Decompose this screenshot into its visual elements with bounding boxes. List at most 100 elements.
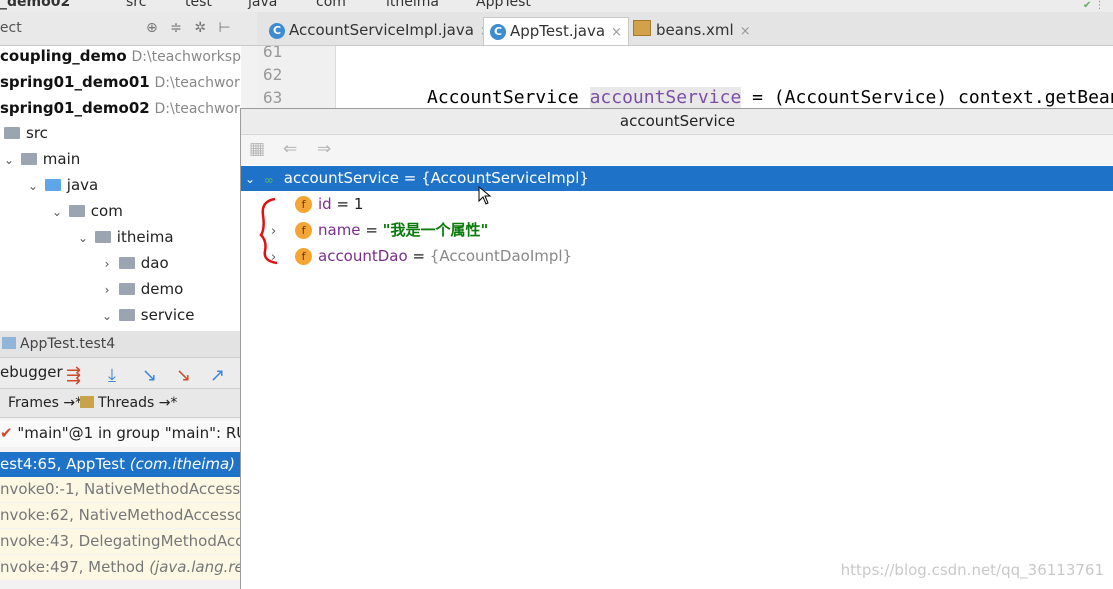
tree-module-spring01-demo01[interactable]: spring01_demo01 D:\teachworkspac <box>0 69 241 95</box>
field-icon: f <box>295 248 312 265</box>
tab-label: AccountServiceImpl.java <box>289 21 474 39</box>
line-number: 61 <box>263 46 283 61</box>
step-over-icon[interactable]: ⤓ <box>108 362 116 390</box>
chevron-down-icon[interactable]: ⌄ <box>245 167 259 192</box>
tree-item-java[interactable]: ⌄ java <box>26 172 98 198</box>
module-name: spring01_demo02 <box>0 99 150 117</box>
xml-icon <box>633 20 651 36</box>
field-name: name <box>318 221 361 239</box>
step-into-icon[interactable]: ↘ <box>142 362 157 390</box>
tree-label: dao <box>140 254 169 272</box>
chevron-down-icon[interactable]: ⌄ <box>100 303 114 329</box>
show-execution-point-icon[interactable]: ⇶ <box>66 362 81 390</box>
close-icon[interactable]: × <box>611 25 622 40</box>
field-icon: f <box>295 196 312 213</box>
field-equals: = <box>407 247 430 265</box>
package-icon <box>118 283 135 295</box>
tab-beans-xml[interactable]: beans.xml × <box>627 17 757 44</box>
field-value: 1 <box>353 195 364 213</box>
tree-node-name[interactable]: › f name = "我是一个属性" <box>271 218 871 243</box>
frame-method: nvoke0:-1, NativeMethodAccessorI <box>0 480 240 498</box>
close-icon[interactable]: × <box>740 24 751 39</box>
project-panel-title[interactable]: ject <box>0 20 22 36</box>
tree-label: main <box>42 150 81 168</box>
chevron-down-icon[interactable]: ⌄ <box>26 173 40 199</box>
popup-toolbar: ▦ ⇐ ⇒ <box>241 135 1113 165</box>
tree-item-src[interactable]: src <box>4 120 48 146</box>
project-toolbar-icons[interactable]: ⊕ ≑ ✲ ⊢ <box>146 20 235 36</box>
code-highlighted-variable[interactable]: accountService <box>589 87 742 108</box>
tree-node-accountdao[interactable]: › f accountDao = {AccountDaoImpl} <box>271 244 871 269</box>
tree-item-main[interactable]: ⌄ main <box>2 146 80 172</box>
code-text: = (AccountService) context.getBean( <box>741 87 1113 108</box>
chevron-down-icon[interactable]: ⌄ <box>50 199 64 225</box>
frame-package: (com.itheima) <box>129 455 236 473</box>
breadcrumb-item-java[interactable]: java <box>248 0 277 10</box>
stack-frame[interactable]: nvoke:43, DelegatingMethodAcces <box>0 529 240 554</box>
chevron-right-icon[interactable]: › <box>100 251 114 277</box>
chevron-down-icon[interactable]: ⌄ <box>76 225 90 251</box>
popup-title: accountService <box>241 109 1113 135</box>
project-panel-header: ject ⊕ ≑ ✲ ⊢ <box>0 12 257 46</box>
chevron-right-icon[interactable]: › <box>100 277 114 303</box>
tree-item-com[interactable]: ⌄ com <box>50 198 123 224</box>
tree-node-id[interactable]: f id = 1 <box>295 192 895 217</box>
threads-icon <box>80 396 94 408</box>
tree-item-itheima[interactable]: ⌄ itheima <box>76 224 174 250</box>
breadcrumb-item-module[interactable]: _demo02 <box>0 0 70 10</box>
forward-arrow-icon[interactable]: ⇒ <box>317 139 331 159</box>
node-value: = {AccountServiceImpl} <box>403 169 589 187</box>
tree-module-coupling-demo[interactable]: coupling_demo D:\teachworkspace\ <box>0 46 241 69</box>
tree-label: demo <box>140 280 184 298</box>
field-name: accountDao <box>318 247 408 265</box>
module-name: coupling_demo <box>0 47 127 65</box>
chevron-down-icon[interactable]: ⌄ <box>2 147 16 173</box>
package-icon <box>118 257 135 269</box>
threads-tab[interactable]: Threads →* <box>80 389 177 417</box>
thread-status-icon: ✔ <box>0 424 13 442</box>
code-line[interactable]: AccountService accountService = (Account… <box>427 87 1113 108</box>
debug-session-bar[interactable]: AppTest.test4 <box>0 331 240 358</box>
field-value: {AccountDaoImpl} <box>429 247 573 265</box>
module-name: spring01_demo01 <box>0 73 150 91</box>
breadcrumb-item-itheima[interactable]: itheima <box>386 0 439 10</box>
project-tree: coupling_demo D:\teachworkspace\ spring0… <box>0 46 241 331</box>
tree-item-dao[interactable]: › dao <box>100 250 169 276</box>
field-equals: = <box>331 195 354 213</box>
frames-tab[interactable]: Frames →* <box>8 389 82 417</box>
tab-accountserviceimpl[interactable]: CAccountServiceImpl.java× <box>263 17 497 44</box>
tab-label: beans.xml <box>656 21 734 39</box>
evaluate-popup: accountService ▦ ⇐ ⇒ ⌄ ∞ accountService =… <box>240 108 1113 589</box>
frame-method: nvoke:62, NativeMethodAccessorIm <box>0 506 240 524</box>
stack-frame[interactable]: nvoke:497, Method (java.lang.refle <box>0 555 240 580</box>
module-path: D:\teachworkspac <box>154 75 242 91</box>
watch-icon[interactable]: ▦ <box>249 139 265 159</box>
step-out-icon[interactable]: ↗ <box>210 362 225 390</box>
stack-frame[interactable]: nvoke:62, NativeMethodAccessorIm <box>0 503 240 528</box>
stack-frame[interactable]: nvoke0:-1, NativeMethodAccessorI <box>0 477 240 502</box>
thread-selector[interactable]: ✔ "main"@1 in group "main": RUN <box>0 420 240 447</box>
breadcrumb-item-test[interactable]: test <box>185 0 212 10</box>
back-arrow-icon[interactable]: ⇐ <box>283 139 297 159</box>
force-step-into-icon[interactable]: ↘ <box>176 362 191 390</box>
tree-module-spring01-demo02[interactable]: spring01_demo02 D:\teachworkspac <box>0 95 241 121</box>
threads-tab-label: Threads →* <box>98 395 178 411</box>
gutter-marks-icon: ✔ ⋮ <box>1083 0 1105 11</box>
frame-package: (java.lang.refle <box>149 558 240 576</box>
tree-label: itheima <box>116 228 174 246</box>
breadcrumb-item-com[interactable]: com <box>316 0 346 10</box>
object-icon: ∞ <box>263 173 274 187</box>
stack-frame[interactable]: est4:65, AppTest (com.itheima) <box>0 452 240 477</box>
tree-item-demo[interactable]: › demo <box>100 276 184 303</box>
tab-apptest[interactable]: C AppTest.java × <box>483 17 629 45</box>
thread-label: "main"@1 in group "main": RUN <box>17 424 240 442</box>
code-editor[interactable]: 61 62 63 AccountService accountService =… <box>257 46 1113 108</box>
tree-node-accountservice[interactable]: ⌄ ∞ accountService = {AccountServiceImpl} <box>241 166 1113 191</box>
folder-icon <box>4 127 20 139</box>
breadcrumb-item-apptest[interactable]: AppTest <box>476 0 531 10</box>
debugger-tab[interactable]: ebugger <box>0 358 63 386</box>
breadcrumb-item-src[interactable]: src <box>126 0 146 10</box>
mouse-cursor-icon <box>478 186 492 205</box>
tree-label: java <box>66 176 99 194</box>
tree-item-service[interactable]: ⌄ service <box>100 302 195 328</box>
